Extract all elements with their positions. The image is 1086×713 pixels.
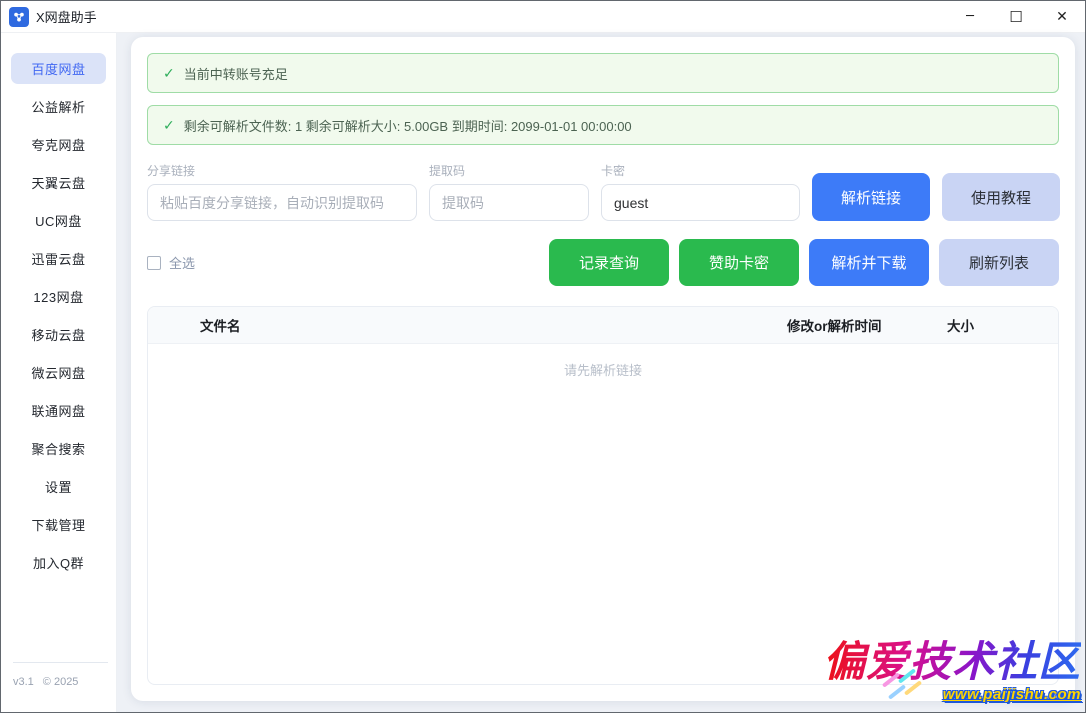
parse-form: 分享链接 提取码 卡密 解析链接 使用教程 [147, 163, 1059, 221]
sponsor-card-button[interactable]: 赞助卡密 [679, 239, 799, 286]
sidebar-item-join-q-group[interactable]: 加入Q群 [11, 547, 106, 578]
tutorial-button[interactable]: 使用教程 [942, 173, 1060, 221]
content-card: ✓ 当前中转账号充足 ✓ 剩余可解析文件数: 1 剩余可解析大小: 5.00GB… [131, 37, 1075, 701]
toolbar: 全选 记录查询 赞助卡密 解析并下载 刷新列表 [147, 239, 1059, 286]
check-icon: ✓ [163, 65, 175, 82]
maximize-icon[interactable]: ☐ [993, 1, 1039, 32]
sidebar-item-123[interactable]: 123网盘 [11, 281, 106, 312]
toolbar-buttons: 记录查询 赞助卡密 解析并下载 刷新列表 [549, 239, 1059, 286]
copyright-label: © 2025 [43, 676, 79, 688]
refresh-list-button[interactable]: 刷新列表 [939, 239, 1059, 286]
sidebar-item-gongyi[interactable]: 公益解析 [11, 91, 106, 122]
main-area: ✓ 当前中转账号充足 ✓ 剩余可解析文件数: 1 剩余可解析大小: 5.00GB… [117, 33, 1085, 712]
record-query-button[interactable]: 记录查询 [549, 239, 669, 286]
sidebar-footer: v3.1 © 2025 [13, 662, 108, 688]
alert-text: 当前中转账号充足 [184, 64, 288, 83]
form-buttons: 解析链接 使用教程 [812, 173, 1060, 221]
sidebar-item-liantong[interactable]: 联通网盘 [11, 395, 106, 426]
card-key-field: 卡密 [601, 163, 800, 221]
sidebar-item-yidong[interactable]: 移动云盘 [11, 319, 106, 350]
parse-and-download-button[interactable]: 解析并下载 [809, 239, 929, 286]
column-header-size: 大小 [927, 315, 1058, 335]
sidebar-item-juhe-search[interactable]: 聚合搜索 [11, 433, 106, 464]
version-label: v3.1 [13, 676, 34, 688]
sidebar-item-xunlei[interactable]: 迅雷云盘 [11, 243, 106, 274]
table-header-row: 文件名 修改or解析时间 大小 [148, 307, 1058, 344]
sidebar: 百度网盘 公益解析 夸克网盘 天翼云盘 UC网盘 迅雷云盘 123网盘 移动云盘… [1, 33, 117, 712]
column-header-filename: 文件名 [148, 315, 772, 335]
close-icon[interactable]: ✕ [1039, 1, 1085, 32]
extract-code-label: 提取码 [429, 163, 589, 180]
check-icon: ✓ [163, 117, 175, 134]
status-alert-account: ✓ 当前中转账号充足 [147, 53, 1059, 93]
parse-link-button[interactable]: 解析链接 [812, 173, 930, 221]
window-title: X网盘助手 [36, 7, 97, 26]
status-alert-quota: ✓ 剩余可解析文件数: 1 剩余可解析大小: 5.00GB 到期时间: 2099… [147, 105, 1059, 145]
sidebar-item-uc[interactable]: UC网盘 [11, 205, 106, 236]
share-link-field: 分享链接 [147, 163, 417, 221]
alert-text: 剩余可解析文件数: 1 剩余可解析大小: 5.00GB 到期时间: 2099-0… [184, 116, 632, 135]
minimize-icon[interactable]: ─ [947, 1, 993, 32]
card-key-input[interactable] [601, 184, 800, 221]
extract-code-field: 提取码 [429, 163, 589, 221]
table-empty-message: 请先解析链接 [148, 344, 1058, 379]
app-icon [9, 7, 29, 27]
select-all-checkbox[interactable] [147, 256, 161, 270]
select-all-group[interactable]: 全选 [147, 253, 195, 272]
extract-code-input[interactable] [429, 184, 589, 221]
select-all-label: 全选 [169, 253, 195, 272]
titlebar: X网盘助手 ─ ☐ ✕ [1, 1, 1085, 33]
file-table: 文件名 修改or解析时间 大小 请先解析链接 [147, 306, 1059, 685]
share-link-label: 分享链接 [147, 163, 417, 180]
card-key-label: 卡密 [601, 163, 800, 180]
sidebar-item-weiyun[interactable]: 微云网盘 [11, 357, 106, 388]
sidebar-item-kuake[interactable]: 夸克网盘 [11, 129, 106, 160]
sidebar-item-tianyi[interactable]: 天翼云盘 [11, 167, 106, 198]
share-link-input[interactable] [147, 184, 417, 221]
column-header-time: 修改or解析时间 [772, 315, 927, 335]
sidebar-item-settings[interactable]: 设置 [11, 471, 106, 502]
share-nodes-icon [12, 10, 26, 24]
sidebar-item-baidu[interactable]: 百度网盘 [11, 53, 106, 84]
sidebar-item-download-manager[interactable]: 下载管理 [11, 509, 106, 540]
window-controls: ─ ☐ ✕ [947, 1, 1085, 32]
